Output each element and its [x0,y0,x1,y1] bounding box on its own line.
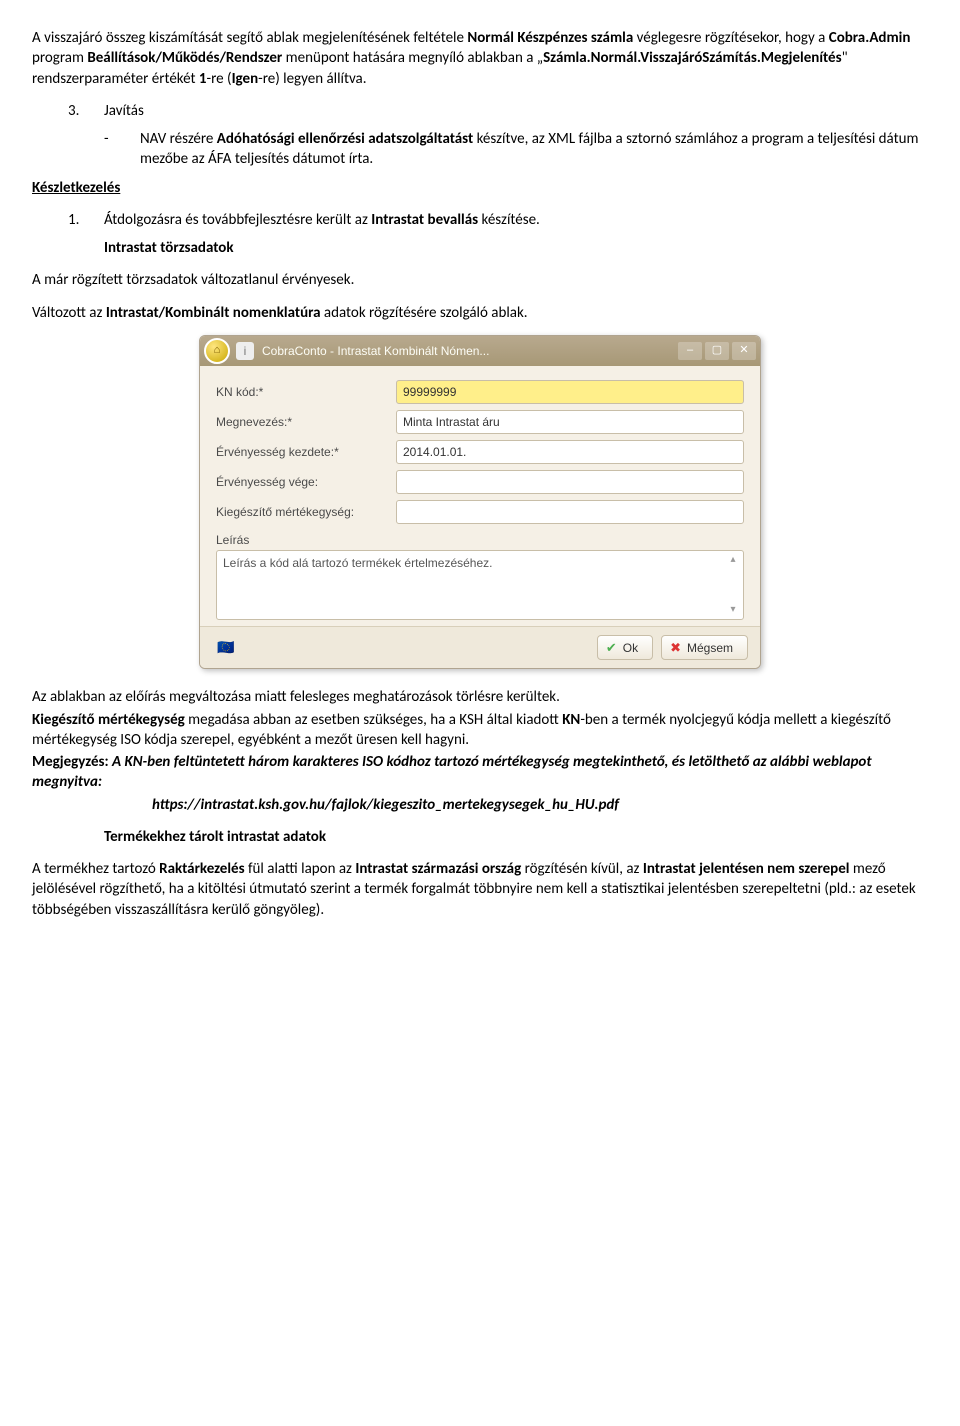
info-icon[interactable]: i [236,342,254,360]
paragraph-megjegyzes: Megjegyzés: A KN-ben feltüntetett három … [32,752,928,793]
input-erv-vege[interactable] [396,470,744,494]
app-logo-icon: ⌂ [204,338,230,364]
row-megnevezes: Megnevezés:* Minta Intrastat áru [216,410,744,434]
paragraph-after-dialog-2: Kiegészítő mértékegység megadása abban a… [32,710,928,751]
row-ervenyesseg-vege: Érvényesség vége: [216,470,744,494]
cross-icon: ✖ [670,639,681,657]
paragraph-valid: A már rögzített törzsadatok változatlanu… [32,270,928,290]
dialog-footer: 🇪🇺 ✔ Ok ✖ Mégsem [200,626,760,669]
label-kiegeszito: Kiegészítő mértékegység: [216,504,396,520]
input-kn-kod[interactable]: 99999999 [396,380,744,404]
label-leiras: Leírás [216,532,744,548]
paragraph-megjegyzes-url: https://intrastat.ksh.gov.hu/fajlok/kieg… [32,795,928,815]
list-item-3: 3. Javítás [32,101,928,121]
paragraph-after-dialog-1: Az ablakban az előírás megváltozása miat… [32,687,928,707]
scroll-down-icon[interactable]: ▾ [726,603,740,617]
input-megnevezes[interactable]: Minta Intrastat áru [396,410,744,434]
list-item-1: 1. Átdolgozásra és továbbfejlesztésre ke… [32,210,928,230]
paragraph-last: A termékhez tartozó Raktárkezelés fül al… [32,859,928,920]
minimize-button[interactable]: – [678,342,702,360]
maximize-button[interactable]: ▢ [705,342,729,360]
dialog-titlebar: ⌂ i CobraConto - Intrastat Kombinált Nóm… [200,336,760,366]
paragraph-1: A visszajáró összeg kiszámítását segítő … [32,28,928,89]
row-kiegeszito: Kiegészítő mértékegység: [216,500,744,524]
dialog-body: KN kód:* 99999999 Megnevezés:* Minta Int… [200,366,760,626]
heading-termekekhez: Termékekhez tárolt intrastat adatok [32,827,928,847]
dialog-window: ⌂ i CobraConto - Intrastat Kombinált Nóm… [199,335,761,670]
check-icon: ✔ [606,639,617,657]
scroll-up-icon[interactable]: ▴ [726,553,740,567]
bullet-nav: - NAV részére Adóhatósági ellenőrzési ad… [32,129,928,170]
paragraph-changed: Változott az Intrastat/Kombinált nomenkl… [32,303,928,323]
dialog-screenshot: ⌂ i CobraConto - Intrastat Kombinált Nóm… [32,335,928,670]
row-kn-kod: KN kód:* 99999999 [216,380,744,404]
flag-icon: 🇪🇺 [212,638,240,658]
input-erv-kezdete[interactable]: 2014.01.01. [396,440,744,464]
close-button[interactable]: ✕ [732,342,756,360]
cancel-button[interactable]: ✖ Mégsem [661,635,748,661]
label-erv-kezdete: Érvényesség kezdete:* [216,444,396,460]
row-ervenyesseg-kezdete: Érvényesség kezdete:* 2014.01.01. [216,440,744,464]
input-kiegeszito[interactable] [396,500,744,524]
dialog-title: CobraConto - Intrastat Kombinált Nómen..… [262,343,675,359]
heading-keszletkezeles: Készletkezelés [32,178,928,198]
ok-button[interactable]: ✔ Ok [597,635,653,661]
heading-intrastat-torzsadatok: Intrastat törzsadatok [32,238,928,258]
label-erv-vege: Érvényesség vége: [216,474,396,490]
label-kn-kod: KN kód:* [216,384,396,400]
textarea-leiras[interactable]: Leírás a kód alá tartozó termékek értelm… [216,550,744,620]
label-megnevezes: Megnevezés:* [216,414,396,430]
